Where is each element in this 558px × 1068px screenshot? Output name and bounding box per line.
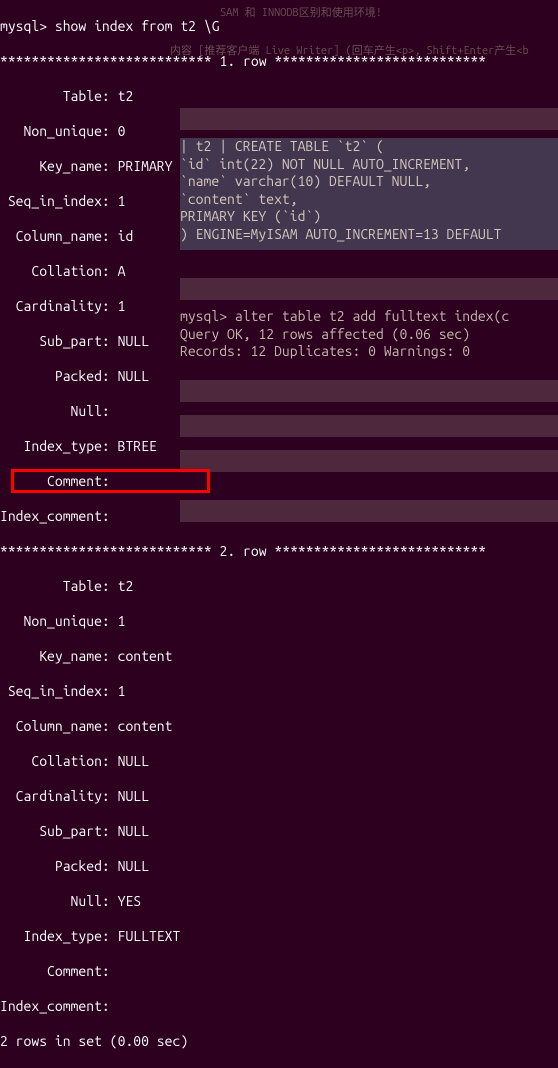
field-seq-in-index: Seq_in_index: 1 bbox=[0, 193, 558, 211]
field-packed: Packed: NULL bbox=[0, 858, 558, 876]
result-footer: 2 rows in set (0.00 sec) bbox=[0, 1033, 558, 1051]
field-index-comment: Index_comment: bbox=[0, 998, 558, 1016]
field-column-name: Column_name: id bbox=[0, 228, 558, 246]
field-index-comment: Index_comment: bbox=[0, 508, 558, 526]
field-null: Null: YES bbox=[0, 893, 558, 911]
field-cardinality: Cardinality: 1 bbox=[0, 298, 558, 316]
terminal-output[interactable]: mysql> show index from t2 \G ***********… bbox=[0, 0, 558, 556]
field-table: Table: t2 bbox=[0, 88, 558, 106]
field-index-type: Index_type: BTREE bbox=[0, 438, 558, 456]
field-packed: Packed: NULL bbox=[0, 368, 558, 386]
field-index-type: Index_type: FULLTEXT bbox=[0, 928, 558, 946]
mysql-prompt: mysql> show index from t2 \G bbox=[0, 18, 558, 36]
field-key-name: Key_name: content bbox=[0, 648, 558, 666]
field-non-unique: Non_unique: 1 bbox=[0, 613, 558, 631]
row-separator: *************************** 2. row *****… bbox=[0, 543, 558, 561]
field-sub-part: Sub_part: NULL bbox=[0, 333, 558, 351]
field-collation: Collation: NULL bbox=[0, 753, 558, 771]
field-column-name: Column_name: content bbox=[0, 718, 558, 736]
field-null: Null: bbox=[0, 403, 558, 421]
field-sub-part: Sub_part: NULL bbox=[0, 823, 558, 841]
field-seq-in-index: Seq_in_index: 1 bbox=[0, 683, 558, 701]
field-comment: Comment: bbox=[0, 473, 558, 491]
field-table: Table: t2 bbox=[0, 578, 558, 596]
field-collation: Collation: A bbox=[0, 263, 558, 281]
field-key-name: Key_name: PRIMARY bbox=[0, 158, 558, 176]
field-non-unique: Non_unique: 0 bbox=[0, 123, 558, 141]
row-separator: *************************** 1. row *****… bbox=[0, 53, 558, 71]
field-cardinality: Cardinality: NULL bbox=[0, 788, 558, 806]
field-comment: Comment: bbox=[0, 963, 558, 981]
